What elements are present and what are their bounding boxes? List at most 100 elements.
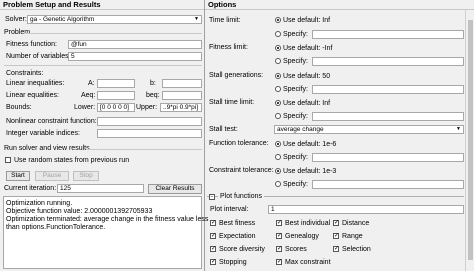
start-button[interactable]: Start <box>6 171 30 181</box>
plot-checkbox-label: Score diversity <box>219 246 265 253</box>
lower-label: Lower: <box>74 104 96 111</box>
time-limit-default-label: Use default: Inf <box>283 17 331 24</box>
constraint-tolerance-default-label: Use default: 1e-3 <box>283 168 337 175</box>
fitness-limit-label: Fitness limit: <box>209 44 248 51</box>
options-header: Options <box>205 0 474 10</box>
pause-button[interactable]: Pause <box>35 171 69 181</box>
constraint-tolerance-specify-radio[interactable] <box>275 181 281 187</box>
time-limit-label: Time limit: <box>209 17 241 24</box>
solver-label: Solver: <box>5 16 27 23</box>
current-iteration-label: Current iteration: <box>4 185 57 192</box>
stall-generations-input[interactable] <box>312 85 464 94</box>
plot-functions-header[interactable]: Plot functions <box>218 192 265 201</box>
current-iteration-value: 125 <box>57 184 144 193</box>
stall-time-input[interactable] <box>312 112 464 121</box>
stall-generations-label: Stall generations: <box>209 72 264 79</box>
plot-checkbox[interactable]: ✓ <box>333 220 339 226</box>
time-limit-input[interactable] <box>312 30 464 39</box>
plot-checkbox[interactable]: ✓ <box>210 220 216 226</box>
plot-checkbox[interactable]: ✓ <box>210 259 216 265</box>
chevron-down-icon: ▼ <box>456 126 461 132</box>
upper-label: Upper: <box>136 104 158 111</box>
function-tolerance-default-label: Use default: 1e-6 <box>283 141 337 148</box>
time-limit-specify-radio[interactable] <box>275 31 281 37</box>
time-limit-default-radio[interactable] <box>275 17 281 23</box>
b-input[interactable] <box>162 79 202 88</box>
stall-test-value: average change <box>277 126 324 133</box>
plot-checkbox-label: Genealogy <box>285 233 319 240</box>
scrollbar-thumb[interactable] <box>468 20 473 260</box>
plot-checkbox[interactable]: ✓ <box>210 233 216 239</box>
function-tolerance-specify-label: Specify: <box>283 154 308 161</box>
function-tolerance-label: Function tolerance: <box>209 140 269 147</box>
panel-divider[interactable] <box>204 0 205 271</box>
run-solver-label: Run solver and view results <box>4 145 90 152</box>
linear-equalities-label: Linear equalities: <box>6 92 59 99</box>
nonlinear-constraint-input[interactable] <box>97 117 202 126</box>
integer-indices-label: Integer variable indices: <box>6 130 80 137</box>
constraint-tolerance-input[interactable] <box>312 180 464 189</box>
plot-checkbox-label: Best fitness <box>219 220 256 227</box>
stall-generations-default-label: Use default: 50 <box>283 73 331 80</box>
plot-interval-input[interactable]: 1 <box>268 205 464 214</box>
random-states-checkbox[interactable] <box>5 157 11 163</box>
plot-checkbox[interactable]: ✓ <box>333 233 339 239</box>
options-scrollbar[interactable] <box>465 10 474 271</box>
plot-interval-label: Plot interval: <box>210 206 249 213</box>
fitness-function-input[interactable]: @fun <box>68 40 202 49</box>
b-label: b: <box>150 80 156 87</box>
num-variables-input[interactable]: 5 <box>68 52 202 61</box>
constraint-tolerance-default-radio[interactable] <box>275 168 281 174</box>
random-states-label: Use random states from previous run <box>14 157 130 164</box>
function-tolerance-specify-radio[interactable] <box>275 154 281 160</box>
stall-test-dropdown[interactable]: average change ▼ <box>274 125 464 134</box>
stall-generations-specify-label: Specify: <box>283 86 308 93</box>
clear-results-button[interactable]: Clear Results <box>148 184 202 194</box>
solver-dropdown[interactable]: ga - Genetic Algorithm ▼ <box>27 15 202 24</box>
stall-generations-specify-radio[interactable] <box>275 86 281 92</box>
stall-generations-default-radio[interactable] <box>275 73 281 79</box>
beq-label: beq: <box>146 92 160 99</box>
function-tolerance-input[interactable] <box>312 153 464 162</box>
stall-time-default-label: Use default: Inf <box>283 100 331 107</box>
stall-time-default-radio[interactable] <box>275 100 281 106</box>
nonlinear-constraint-label: Nonlinear constraint function: <box>6 118 97 125</box>
plot-checkbox[interactable]: ✓ <box>276 246 282 252</box>
fitness-limit-input[interactable] <box>312 57 464 66</box>
plot-checkbox-label: Stopping <box>219 259 247 266</box>
constraints-label: Constraints: <box>6 70 44 77</box>
lower-bound-input[interactable]: [0 0 0 0 0] <box>97 103 135 112</box>
run-divider <box>86 149 202 150</box>
constraint-tolerance-specify-label: Specify: <box>283 181 308 188</box>
plot-checkbox-label: Distance <box>342 220 370 227</box>
integer-indices-input[interactable] <box>97 129 202 138</box>
fitness-limit-default-label: Use default: -Inf <box>283 45 333 52</box>
stall-time-limit-label: Stall time limit: <box>209 99 255 106</box>
plot-checkbox[interactable]: ✓ <box>276 259 282 265</box>
minus-icon[interactable]: − <box>209 194 215 200</box>
results-line: than options.FunctionTolerance. <box>6 224 106 231</box>
stop-button[interactable]: Stop <box>73 171 99 181</box>
results-panel[interactable]: Optimization running. Objective function… <box>3 196 208 269</box>
stall-test-label: Stall test: <box>209 126 238 133</box>
A-input[interactable] <box>97 79 135 88</box>
stall-time-specify-label: Specify: <box>283 113 308 120</box>
fitness-limit-default-radio[interactable] <box>275 45 281 51</box>
upper-bound-input[interactable]: ..9*pi 0.9*pi] <box>160 103 202 112</box>
constraints-top-divider <box>4 65 202 66</box>
problem-setup-header: Problem Setup and Results <box>0 0 204 10</box>
fitness-limit-specify-label: Specify: <box>283 58 308 65</box>
stall-time-specify-radio[interactable] <box>275 113 281 119</box>
fitness-limit-specify-radio[interactable] <box>275 58 281 64</box>
chevron-down-icon: ▼ <box>194 16 199 22</box>
plot-checkbox-label: Expectation <box>219 233 256 240</box>
plot-checkbox[interactable]: ✓ <box>276 220 282 226</box>
linear-inequalities-label: Linear inequalities: <box>6 80 65 87</box>
plot-checkbox[interactable]: ✓ <box>333 246 339 252</box>
beq-input[interactable] <box>162 91 202 100</box>
plot-checkbox[interactable]: ✓ <box>210 246 216 252</box>
plot-checkbox-label: Range <box>342 233 363 240</box>
Aeq-input[interactable] <box>97 91 135 100</box>
function-tolerance-default-radio[interactable] <box>275 141 281 147</box>
plot-checkbox[interactable]: ✓ <box>276 233 282 239</box>
